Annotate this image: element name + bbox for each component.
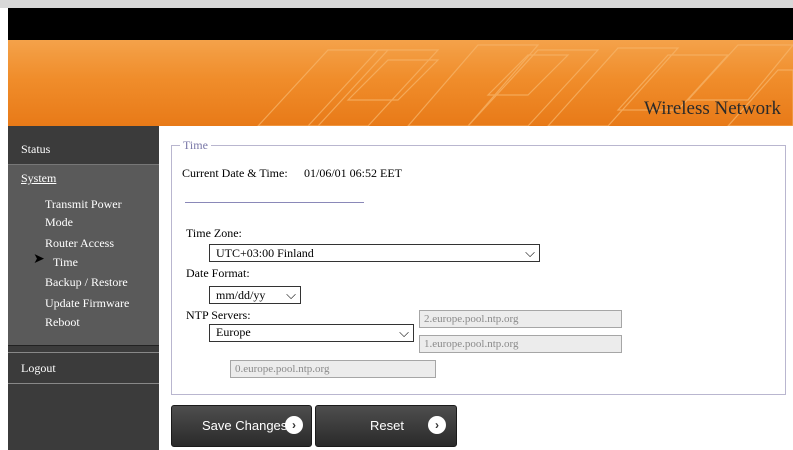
ntp-server-input-2[interactable]: 2.europe.pool.ntp.org [419, 310, 622, 328]
sidebar-item-status[interactable]: Status [8, 134, 159, 162]
dateformat-value: mm/dd/yy [216, 288, 266, 302]
chevron-down-icon: ⌵ [399, 325, 409, 340]
timezone-select[interactable]: UTC+03:00 Finland ⌵ [209, 244, 540, 262]
save-changes-button[interactable]: Save Changes › [171, 405, 312, 447]
sidebar-item-label[interactable]: Logout [21, 361, 56, 376]
banner-title: Wireless Network [644, 98, 781, 119]
ntp-server-input-0[interactable]: 0.europe.pool.ntp.org [230, 360, 436, 378]
arrow-right-icon: ➤ [33, 252, 45, 267]
reset-button-label: Reset [370, 418, 404, 433]
ntp-server-input-1[interactable]: 1.europe.pool.ntp.org [419, 335, 622, 353]
sidebar-item-backup-restore[interactable]: Backup / Restore [45, 275, 128, 290]
dateformat-select[interactable]: mm/dd/yy ⌵ [209, 286, 301, 304]
save-button-label: Save Changes [202, 418, 288, 433]
separator [185, 202, 364, 203]
sidebar-item-transmit-power[interactable]: Transmit Power [45, 197, 122, 212]
sidebar-item-router-access[interactable]: Router Access [45, 236, 114, 251]
ntp-region-value: Europe [216, 325, 251, 339]
sidebar-item-time[interactable]: Time [53, 255, 78, 270]
current-datetime-value: 01/06/01 06:52 EET [304, 166, 402, 180]
ntp-server-1-value: 1.europe.pool.ntp.org [424, 338, 519, 350]
reset-button[interactable]: Reset › [315, 405, 457, 447]
sidebar-group-system: System Transmit Power Mode Router Access… [8, 164, 159, 346]
timezone-value: UTC+03:00 Finland [216, 246, 314, 260]
sidebar-item-reboot[interactable]: Reboot [45, 315, 80, 330]
chevron-right-circle-icon: › [285, 416, 303, 434]
sidebar-item-label[interactable]: Status [21, 142, 50, 157]
sidebar: Status System Transmit Power Mode Router… [8, 126, 159, 450]
sidebar-item-system[interactable]: System [21, 171, 56, 186]
ntp-servers-label: NTP Servers: [186, 308, 251, 322]
dateformat-label: Date Format: [186, 266, 250, 280]
window-frame [0, 0, 793, 8]
banner: Wireless Network [8, 40, 793, 126]
sidebar-item-mode[interactable]: Mode [45, 215, 73, 230]
chevron-down-icon: ⌵ [286, 287, 296, 302]
sidebar-item-logout[interactable]: Logout [8, 352, 159, 384]
timezone-label: Time Zone: [186, 226, 242, 240]
top-bar [8, 8, 793, 40]
left-edge [0, 126, 8, 450]
current-datetime-label: Current Date & Time: [182, 166, 288, 180]
chevron-right-circle-icon: › [428, 416, 446, 434]
fieldset-legend: Time [180, 138, 211, 153]
time-fieldset [171, 145, 786, 395]
ntp-server-2-value: 2.europe.pool.ntp.org [424, 313, 519, 325]
chevron-down-icon: ⌵ [525, 245, 535, 260]
sidebar-item-update-firmware[interactable]: Update Firmware [45, 296, 129, 311]
ntp-server-0-value: 0.europe.pool.ntp.org [235, 363, 330, 375]
ntp-region-select[interactable]: Europe ⌵ [209, 324, 414, 342]
